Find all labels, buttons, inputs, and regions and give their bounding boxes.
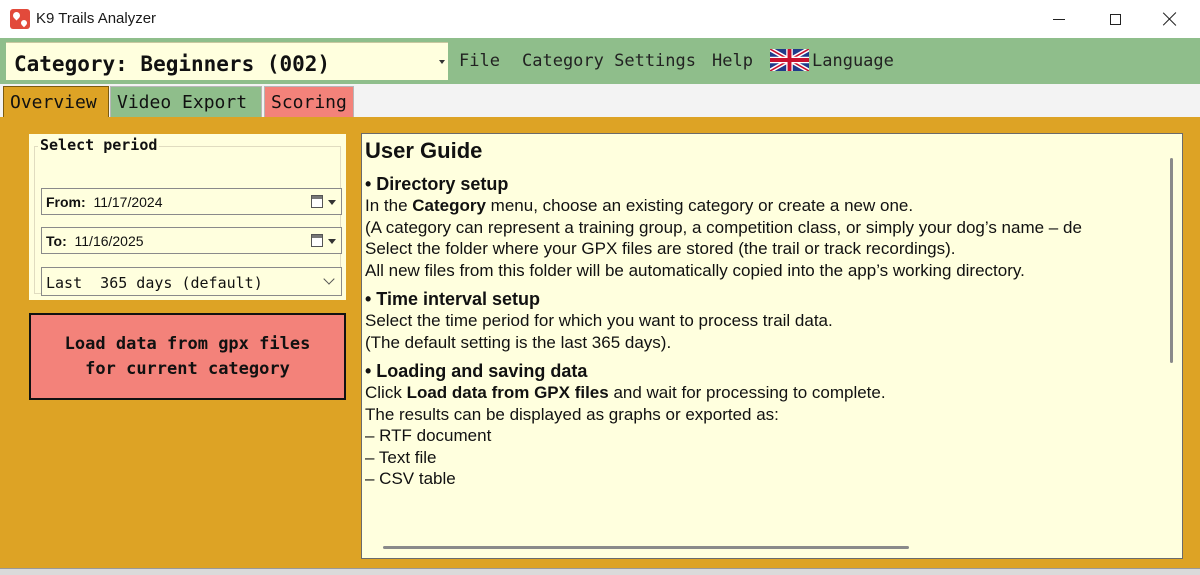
close-button[interactable] bbox=[1143, 0, 1197, 38]
calendar-icon bbox=[311, 234, 323, 247]
guide-text: and wait for processing to complete. bbox=[608, 383, 886, 402]
tab-overview[interactable]: Overview bbox=[3, 86, 109, 117]
to-date-text: To: 11/16/2025 bbox=[46, 233, 144, 249]
period-group-title: Select period bbox=[38, 136, 160, 154]
guide-line: Select the folder where your GPX files a… bbox=[365, 239, 956, 258]
guide-line: Click Load data from GPX files and wait … bbox=[365, 382, 1161, 404]
calendar-icon bbox=[311, 195, 323, 208]
maximize-icon bbox=[1109, 13, 1121, 25]
user-guide-panel[interactable]: User Guide • Directory setup In the Cate… bbox=[361, 133, 1183, 559]
title-bar: K9 Trails Analyzer bbox=[0, 0, 1200, 38]
close-icon bbox=[1163, 12, 1177, 26]
guide-text: Click bbox=[365, 383, 407, 402]
window-title: K9 Trails Analyzer bbox=[36, 10, 157, 27]
load-gpx-button[interactable]: Load data from gpx files for current cat… bbox=[29, 313, 346, 400]
menu-bar: Category: Beginners (002) File Category … bbox=[0, 38, 1200, 84]
period-group: Select period From: 11/17/2024 To: 11/16… bbox=[29, 134, 346, 300]
guide-line: (The default setting is the last 365 day… bbox=[365, 332, 672, 352]
guide-line: The results can be displayed as graphs o… bbox=[365, 404, 779, 424]
user-guide-content: User Guide • Directory setup In the Cate… bbox=[365, 137, 1161, 537]
window-bottom-edge bbox=[0, 568, 1200, 575]
guide-line: – RTF document bbox=[365, 426, 492, 445]
guide-line: Select the time period for which you wan… bbox=[365, 311, 833, 330]
from-label: From: bbox=[46, 194, 86, 210]
dropdown-arrow-icon bbox=[328, 239, 336, 244]
maximize-button[interactable] bbox=[1088, 0, 1142, 38]
to-date-picker[interactable]: To: 11/16/2025 bbox=[41, 227, 342, 254]
menu-file[interactable]: File bbox=[459, 51, 500, 71]
from-date-text: From: 11/17/2024 bbox=[46, 194, 162, 210]
dropdown-arrow-icon bbox=[439, 60, 445, 64]
tab-scoring[interactable]: Scoring bbox=[264, 86, 354, 117]
guide-section-heading: • Directory setup bbox=[365, 174, 509, 194]
guide-line: (A category can represent a training gro… bbox=[365, 217, 1082, 237]
guide-line: All new files from this folder will be a… bbox=[365, 260, 1025, 280]
from-value: 11/17/2024 bbox=[93, 194, 163, 210]
uk-flag-icon[interactable] bbox=[770, 49, 809, 71]
dropdown-arrow-icon bbox=[328, 200, 336, 205]
from-date-picker[interactable]: From: 11/17/2024 bbox=[41, 188, 342, 215]
period-range-value: Last 365 days (default) bbox=[46, 274, 263, 292]
guide-section-heading: • Time interval setup bbox=[365, 289, 541, 309]
to-label: To: bbox=[46, 233, 67, 249]
overview-panel: Select period From: 11/17/2024 To: 11/16… bbox=[0, 117, 1200, 568]
menu-category-settings[interactable]: Category Settings bbox=[522, 51, 696, 71]
tab-strip: Overview Video Export Scoring bbox=[0, 84, 1200, 117]
guide-text: In the bbox=[365, 196, 413, 215]
chevron-down-icon bbox=[323, 273, 335, 285]
menu-help[interactable]: Help bbox=[712, 51, 753, 71]
guide-line: – Text file bbox=[365, 447, 437, 467]
minimize-icon bbox=[1053, 18, 1065, 20]
period-range-select[interactable]: Last 365 days (default) bbox=[41, 267, 342, 296]
guide-bold-text: Category bbox=[412, 196, 486, 215]
to-value: 11/16/2025 bbox=[74, 233, 144, 249]
guide-bold-text: Load data from GPX files bbox=[406, 383, 609, 402]
tab-video-export[interactable]: Video Export bbox=[110, 86, 262, 117]
guide-line: In the Category menu, choose an existing… bbox=[365, 195, 1161, 217]
map-pins-icon bbox=[10, 9, 30, 29]
guide-section-heading: • Loading and saving data bbox=[365, 361, 588, 381]
load-gpx-button-label: Load data from gpx files for current cat… bbox=[64, 333, 311, 379]
category-dropdown-label: Category: Beginners (002) bbox=[14, 52, 331, 76]
minimize-button[interactable] bbox=[1032, 0, 1086, 38]
category-dropdown[interactable]: Category: Beginners (002) bbox=[6, 42, 448, 80]
vertical-scrollbar[interactable] bbox=[1170, 158, 1173, 363]
guide-text: menu, choose an existing category or cre… bbox=[485, 196, 914, 215]
guide-line: – CSV table bbox=[365, 469, 456, 488]
menu-language[interactable]: Language bbox=[812, 51, 894, 71]
horizontal-scrollbar[interactable] bbox=[383, 546, 909, 549]
guide-title: User Guide bbox=[365, 138, 483, 163]
